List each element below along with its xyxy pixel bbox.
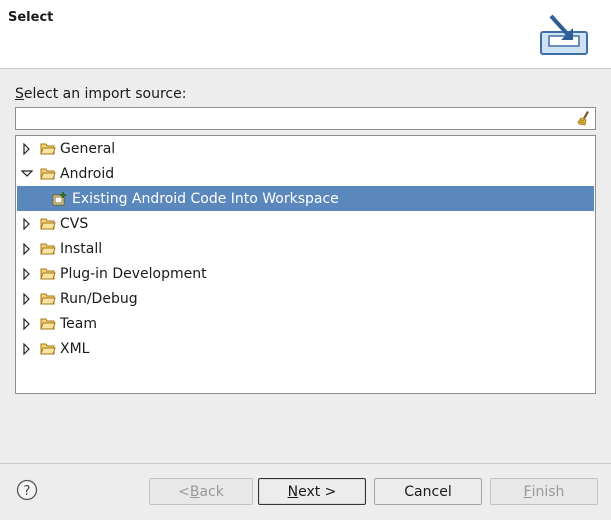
tree-item-label: Team (60, 315, 98, 332)
expand-arrow-icon[interactable] (21, 267, 33, 280)
tree-item-xml[interactable]: XML (17, 336, 594, 361)
collapse-arrow-icon[interactable] (20, 168, 34, 180)
tree-item-label: Run/Debug (60, 290, 138, 307)
folder-icon (40, 243, 56, 254)
import-source-label: Select an import source: (15, 86, 187, 102)
finish-button[interactable]: Finish (490, 478, 598, 505)
folder-icon (40, 318, 56, 329)
clear-filter-icon[interactable] (577, 110, 593, 126)
tree-item-run-debug[interactable]: Run/Debug (17, 286, 594, 311)
tree-item-existing-android-code[interactable]: Existing Android Code Into Workspace (17, 186, 594, 211)
dialog-header: Select (0, 0, 611, 69)
expand-arrow-icon[interactable] (21, 242, 33, 255)
footer-separator (0, 463, 611, 464)
tree-item-label: Android (60, 165, 115, 182)
tree-item-plugin-development[interactable]: Plug-in Development (17, 261, 594, 286)
folder-icon (40, 218, 56, 229)
folder-icon (40, 293, 56, 304)
filter-box (15, 107, 596, 130)
tree-item-label: CVS (60, 215, 89, 232)
folder-icon (40, 268, 56, 279)
tree-item-team[interactable]: Team (17, 311, 594, 336)
expand-arrow-icon[interactable] (21, 342, 33, 355)
tree-item-general[interactable]: General (17, 136, 594, 161)
filter-input[interactable] (16, 108, 579, 129)
tree-item-label: General (60, 140, 116, 157)
next-button[interactable]: Next > (258, 478, 366, 505)
svg-text:?: ? (24, 484, 31, 499)
expand-arrow-icon[interactable] (21, 317, 33, 330)
import-wizard-icon (540, 14, 588, 55)
expand-arrow-icon[interactable] (21, 142, 33, 155)
tree-item-label: Existing Android Code Into Workspace (72, 190, 339, 207)
back-button[interactable]: < Back (149, 478, 253, 505)
cancel-button[interactable]: Cancel (374, 478, 482, 505)
tree-item-label: Plug-in Development (60, 265, 207, 282)
folder-open-icon (40, 168, 56, 179)
expand-arrow-icon[interactable] (21, 217, 33, 230)
tree-item-android[interactable]: Android (17, 161, 594, 186)
tree-item-install[interactable]: Install (17, 236, 594, 261)
tree-item-label: XML (60, 340, 90, 357)
tree-item-cvs[interactable]: CVS (17, 211, 594, 236)
help-icon[interactable]: ? (16, 479, 38, 501)
expand-arrow-icon[interactable] (21, 292, 33, 305)
page-title: Select (8, 10, 54, 25)
tree-item-label: Install (60, 240, 103, 257)
import-source-tree[interactable]: General Android Existing Android Code In… (15, 135, 596, 394)
folder-icon (40, 143, 56, 154)
folder-icon (40, 343, 56, 354)
android-project-icon (52, 191, 66, 205)
